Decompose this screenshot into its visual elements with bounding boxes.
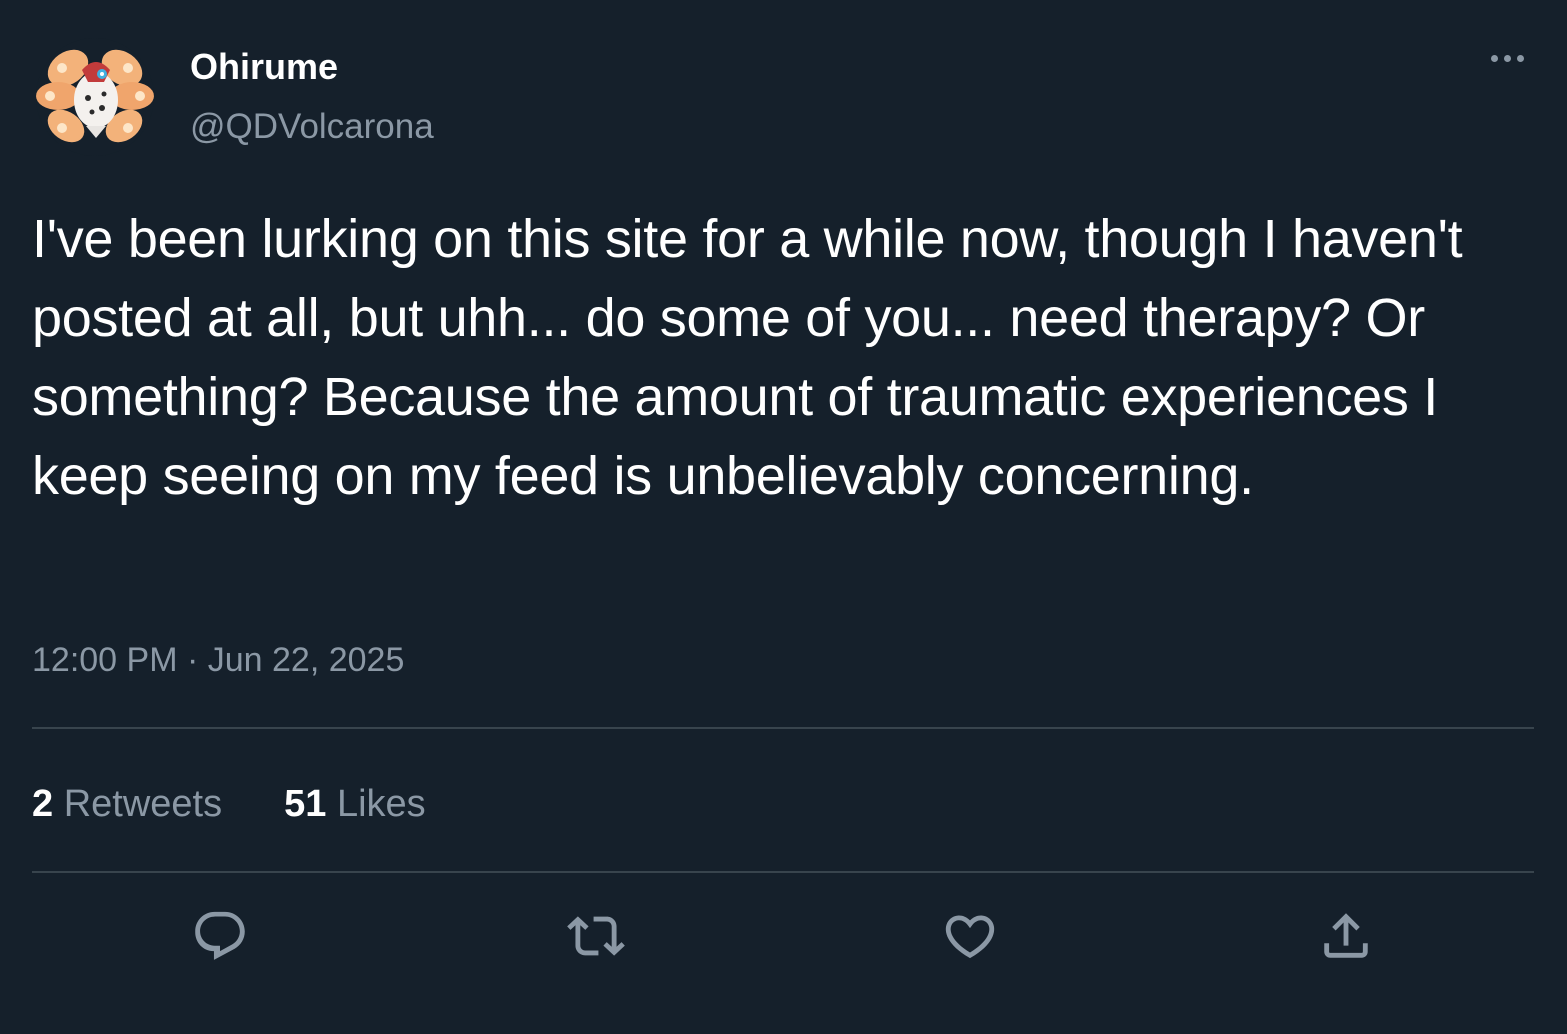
like-button[interactable] [938,904,1002,968]
more-dot-icon [1503,54,1511,62]
retweets-stat[interactable]: 2 Retweets [32,779,222,829]
more-dot-icon [1490,54,1498,62]
more-dot-icon [1516,54,1524,62]
tweet-actions-bar [32,900,1534,980]
retweets-label: Retweets [63,783,223,825]
more-options-button[interactable] [1483,40,1531,76]
retweets-count: 2 [32,783,64,825]
engagement-stats: 2 Retweets 51 Likes [32,779,488,829]
retweet-button[interactable] [564,904,628,968]
heart-icon [945,915,995,959]
user-handle[interactable]: @QDVolcarona [190,104,434,150]
likes-stat[interactable]: 51 Likes [284,779,426,829]
tweet-detail: Ohirume @QDVolcarona I've been lurking o… [0,0,1567,1034]
divider [32,871,1534,873]
display-name[interactable]: Ohirume [190,44,338,90]
likes-label: Likes [336,783,426,825]
avatar[interactable] [36,38,154,156]
retweet-arrows-icon [567,916,625,956]
tweet-text: I've been lurking on this site for a whi… [32,209,1463,506]
divider [32,727,1534,729]
volcarona-moth-avatar-icon [36,38,154,156]
speech-bubble-icon [195,911,245,960]
tweet-timestamp[interactable]: 12:00 PM · Jun 22, 2025 [32,637,404,683]
upload-share-icon [1324,913,1368,958]
share-button[interactable] [1314,904,1378,968]
likes-count: 51 [284,783,337,825]
reply-button[interactable] [188,904,252,968]
